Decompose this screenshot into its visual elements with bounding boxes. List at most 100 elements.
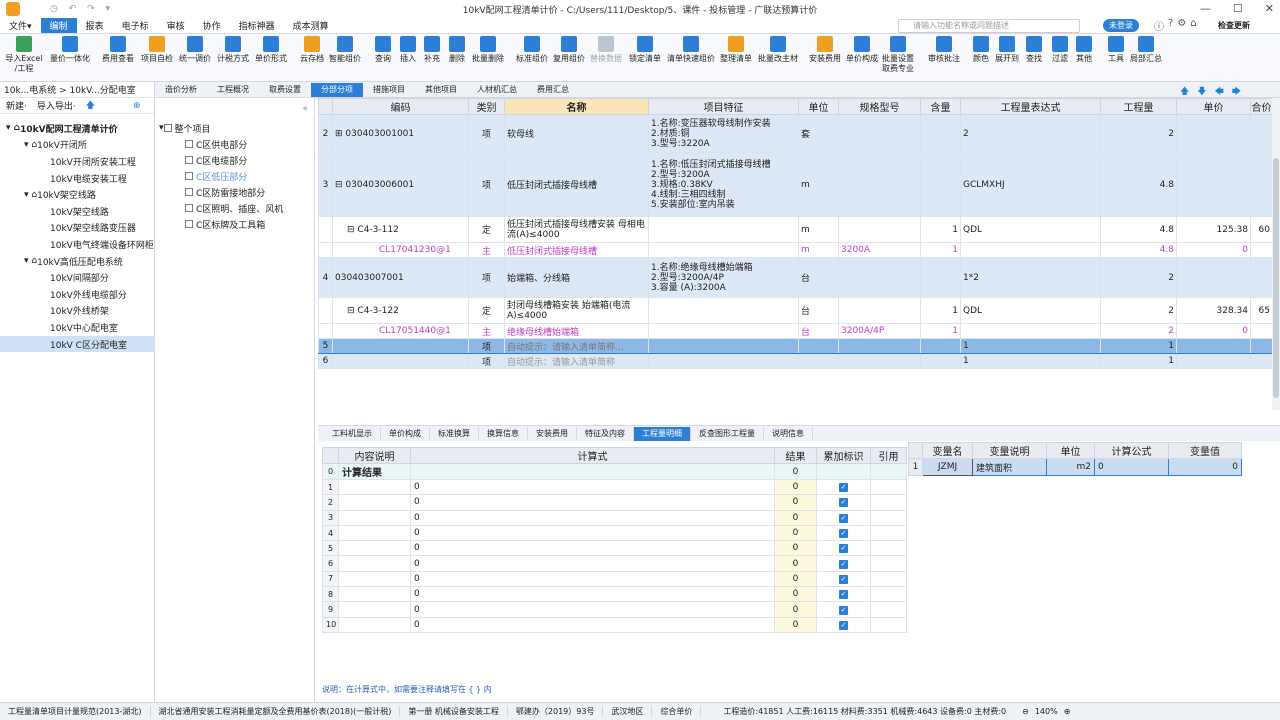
tree-item[interactable]: ▾ ⌂ 10kV高低压配电系统	[0, 253, 154, 270]
cell-unit[interactable]: m	[798, 152, 839, 217]
ribbon-tool[interactable]: 工具	[1104, 36, 1128, 64]
ribbon-price-adjust[interactable]: 统一调价	[177, 36, 213, 64]
function-search-input[interactable]: 请输入功能名称或问题描述	[898, 19, 1080, 33]
checkbox-checked-icon[interactable]: ✓	[839, 590, 848, 600]
cell-spec[interactable]: 3200A	[838, 242, 921, 258]
calc-reference[interactable]	[870, 494, 907, 511]
tree-item[interactable]: 10kV开闭所安装工程	[0, 153, 154, 170]
table-row[interactable]: CL17051440@1 主 绝缘母线槽始端箱 台 3200A/4P 1 2 0	[318, 323, 1273, 339]
collapse-icon[interactable]: ⊟	[335, 180, 345, 190]
cell-unit[interactable]: 台	[798, 297, 839, 324]
calc-reference[interactable]	[870, 509, 907, 526]
cell-unit[interactable]	[798, 338, 839, 354]
cell-name[interactable]: 自动提示：请输入清单简称	[504, 353, 649, 369]
ribbon-cloud-save[interactable]: 云存档	[297, 36, 327, 64]
cell-expression[interactable]: 1	[960, 338, 1101, 354]
cell-expression[interactable]	[960, 323, 1101, 339]
ribbon-quick-price[interactable]: 清单快速组价	[666, 36, 716, 64]
division-item[interactable]: C区防雷接地部分	[155, 184, 314, 200]
login-button[interactable]: 未登录	[1103, 19, 1139, 32]
division-item[interactable]: C区电缆部分	[155, 152, 314, 168]
calc-row[interactable]: 5 0 0 ✓	[322, 540, 907, 557]
tab-quantity-detail[interactable]: 工程量明细	[634, 426, 691, 441]
collapse-icon[interactable]: ⊟	[347, 306, 357, 316]
cell-unit-price[interactable]: 0	[1176, 323, 1251, 339]
calc-row[interactable]: 7 0 0 ✓	[322, 570, 907, 588]
col-header-unit-price[interactable]: 单价	[1176, 98, 1251, 115]
cell-expression[interactable]: 2	[960, 114, 1101, 153]
cell-expression[interactable]: QDL	[960, 216, 1101, 243]
home-icon[interactable]: ⌂	[1190, 18, 1196, 33]
tree-item[interactable]: ▾ ⌂ 10kV开闭所	[0, 137, 154, 154]
ribbon-price-compose[interactable]: 单价构成	[844, 36, 880, 64]
tree-item-selected[interactable]: 10kV C区分配电室	[0, 335, 154, 353]
cell-unit[interactable]: 台	[798, 257, 839, 298]
calc-reference[interactable]	[870, 524, 907, 542]
calc-row[interactable]: 10 0 0 ✓	[322, 616, 907, 633]
tab-fee-summary[interactable]: 费用汇总	[527, 83, 579, 97]
calc-desc[interactable]	[338, 616, 411, 633]
collapse-icon[interactable]: ⊟	[347, 225, 357, 235]
ribbon-self-check[interactable]: 项目自检	[139, 36, 175, 64]
collapse-panel-icon[interactable]: «	[302, 104, 308, 114]
tab-price-compose[interactable]: 单价构成	[381, 426, 430, 441]
tab-features[interactable]: 特征及内容	[577, 426, 634, 441]
calc-desc[interactable]	[338, 570, 411, 588]
ribbon-batch-setting[interactable]: 批量设置 取费专业	[880, 36, 916, 74]
calc-accumulate[interactable]: ✓	[816, 509, 871, 526]
cell-quantity[interactable]: 4.8	[1100, 242, 1177, 258]
tab-graphic-quantity[interactable]: 反查图形工程量	[691, 426, 764, 441]
checkbox-checked-icon[interactable]: ✓	[839, 605, 848, 615]
menu-file[interactable]: 文件▾	[0, 18, 41, 33]
tab-description[interactable]: 说明信息	[764, 426, 813, 441]
collapse-icon[interactable]: ▾ ⌂	[24, 256, 37, 266]
cell-code[interactable]	[332, 353, 469, 369]
calc-formula[interactable]: 0	[410, 555, 775, 572]
cell-unit[interactable]: m	[798, 242, 839, 258]
tab-measures[interactable]: 措施项目	[363, 83, 415, 97]
tree-item[interactable]: 10kV外线桥架	[0, 303, 154, 320]
tree-item[interactable]: 10kV电气终端设备环网柜...	[0, 236, 154, 253]
cell-name[interactable]: 低压封闭式插接母线槽	[504, 152, 649, 217]
cell-code[interactable]: ⊟ C4-3-122	[332, 297, 469, 324]
table-row[interactable]: 6 项 自动提示：请输入清单简称 1 1	[318, 353, 1273, 369]
var-unit[interactable]: m2	[1046, 458, 1095, 476]
cell-quantity[interactable]: 2	[1100, 297, 1177, 324]
help-icon[interactable]: ?	[1168, 18, 1173, 33]
cell-spec[interactable]	[838, 257, 921, 298]
menu-collab[interactable]: 协作	[194, 18, 230, 33]
calc-accumulate[interactable]: ✓	[816, 616, 871, 633]
cell-feature[interactable]	[648, 242, 799, 258]
cell-spec[interactable]	[838, 216, 921, 243]
calc-reference[interactable]	[870, 540, 907, 557]
calc-row[interactable]: 0 计算结果 0	[322, 463, 907, 480]
col-header-code[interactable]: 编码	[332, 98, 469, 115]
calc-accumulate[interactable]: ✓	[816, 586, 871, 603]
cell-unit-price[interactable]: 0	[1176, 242, 1251, 258]
tab-overview[interactable]: 工程概况	[207, 83, 259, 97]
cell-quantity[interactable]: 1	[1100, 338, 1177, 354]
scrollbar-thumb[interactable]	[1273, 158, 1279, 398]
table-row[interactable]: 4 030403007001 项 始端箱、分线箱 1.名称:绝缘母线槽始端箱 2…	[318, 257, 1273, 298]
tree-item[interactable]: ▾ ⌂ 10kV配网工程清单计价	[0, 120, 154, 137]
cell-spec[interactable]	[838, 297, 921, 324]
var-desc[interactable]: 建筑面积	[972, 458, 1047, 476]
info-icon[interactable]: ⓘ	[1154, 18, 1164, 33]
ribbon-find[interactable]: 查找	[1022, 36, 1046, 64]
calc-reference[interactable]	[870, 555, 907, 572]
col-header-expression[interactable]: 工程量表达式	[960, 98, 1101, 115]
calc-formula[interactable]: 0	[410, 524, 775, 542]
calc-formula[interactable]: 0	[410, 586, 775, 603]
menu-etender[interactable]: 电子标	[113, 18, 158, 33]
calc-row[interactable]: 2 0 0 ✓	[322, 494, 907, 511]
cell-name[interactable]: 绝缘母线槽始端箱	[504, 323, 649, 339]
ribbon-query[interactable]: 查询	[372, 36, 394, 64]
cell-spec[interactable]	[838, 114, 921, 153]
ribbon-review[interactable]: 审核批注	[926, 36, 962, 64]
ribbon-organize[interactable]: 整理清单	[718, 36, 754, 64]
calc-reference[interactable]	[870, 570, 907, 588]
checkbox-checked-icon[interactable]: ✓	[839, 513, 848, 523]
cell-unit[interactable]: 套	[798, 114, 839, 153]
zoom-out-icon[interactable]: ⊖	[1022, 707, 1029, 716]
cell-feature[interactable]: 1.名称:低压封闭式插接母线槽 2.型号:3200A 3.规格:0.38KV 4…	[648, 152, 799, 217]
